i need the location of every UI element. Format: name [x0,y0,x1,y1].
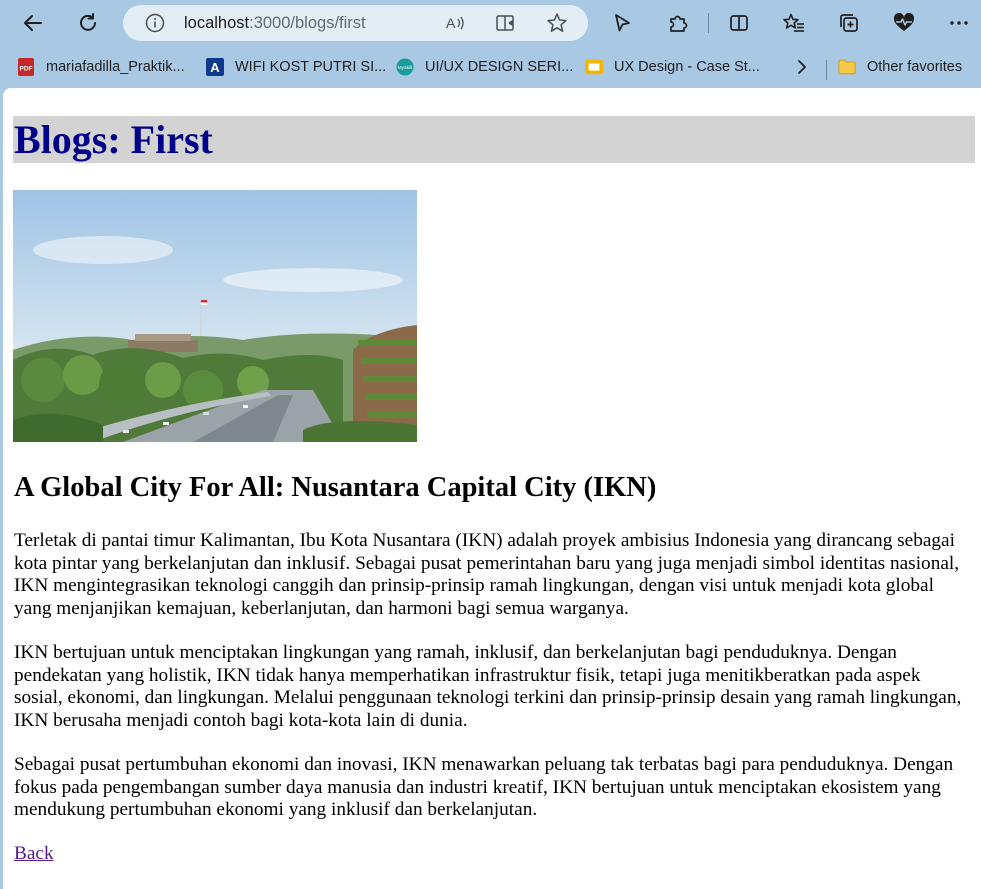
browser-toolbar: localhost:3000/blogs/first A [0,0,981,46]
refresh-button[interactable] [71,6,105,40]
url-host: localhost [184,14,250,32]
heart-pulse-icon [893,12,915,31]
pdf-icon: PDF [17,58,35,76]
collections-button[interactable] [832,6,866,40]
bookmark-label: UI/UX DESIGN SERI... [425,59,574,75]
svg-text:PDF: PDF [20,66,33,73]
read-aloud-icon[interactable]: A [441,5,471,41]
bookmarks-bar: PDF mariafadilla_Praktik... A WIFI KOST … [0,46,981,88]
back-link[interactable]: Back [14,843,54,866]
collections-icon [840,14,858,32]
url-path: :3000/blogs/first [249,14,366,32]
slides-icon [585,58,603,76]
svg-text:A: A [210,60,220,75]
page-header: Blogs: First [13,116,975,163]
letter-a-icon: A [206,58,224,76]
svg-text:A: A [446,15,456,31]
favorites-button[interactable] [777,6,811,40]
puzzle-icon [670,15,688,32]
article-paragraph: IKN bertujuan untuk menciptakan lingkung… [14,642,962,731]
browser-essentials-button[interactable] [887,6,921,40]
refresh-icon [80,13,96,31]
bookmark-item[interactable]: A WIFI KOST PUTRI SI... [206,55,386,79]
arrow-left-icon [24,15,42,31]
article-paragraph: Sebagai pusat pertumbuhan ekonomi dan in… [14,754,954,820]
page-title: Blogs: First [14,117,213,162]
favorites-list-icon [783,13,804,32]
favorite-star-icon[interactable] [542,5,572,41]
bookmark-label: WIFI KOST PUTRI SI... [235,59,387,75]
other-favorites-label: Other favorites [867,59,963,75]
other-favorites-folder[interactable]: Other favorites [838,55,962,79]
url-text[interactable]: localhost:3000/blogs/first [184,14,366,33]
toolbar-divider [708,13,709,33]
cursor-tool-button[interactable] [605,6,639,40]
hero-image [13,190,417,442]
bookmark-label: UX Design - Case St... [614,59,760,75]
chevron-right-icon [798,60,806,74]
bookmarks-divider [826,60,827,80]
settings-more-button[interactable] [942,6,976,40]
bookmark-label: mariafadilla_Praktik... [46,59,185,75]
bookmark-item[interactable]: PDF mariafadilla_Praktik... [17,55,185,79]
back-nav-button[interactable] [16,6,50,40]
more-dots-icon [950,21,968,25]
split-screen-button[interactable] [722,6,756,40]
address-bar[interactable]: localhost:3000/blogs/first A [123,5,588,41]
svg-text:MySkill: MySkill [398,65,412,70]
article-paragraph: Terletak di pantai timur Kalimantan, Ibu… [14,530,960,619]
bookmark-item[interactable]: UX Design - Case St... [585,55,760,79]
immersive-reader-icon[interactable] [491,5,521,41]
cursor-icon [615,14,630,32]
bookmark-item[interactable]: MySkill UI/UX DESIGN SERI... [396,55,573,79]
extensions-button[interactable] [661,6,695,40]
more-bookmarks-button[interactable] [795,55,809,79]
page-viewport: Blogs: First A Global City For All: Nusa… [3,88,981,889]
article-title: A Global City For All: Nusantara Capital… [14,472,657,503]
split-screen-icon [730,15,748,31]
site-info-icon[interactable] [140,5,170,41]
city-illustration [13,190,417,442]
folder-icon [838,58,856,76]
mysql-icon: MySkill [396,58,414,76]
